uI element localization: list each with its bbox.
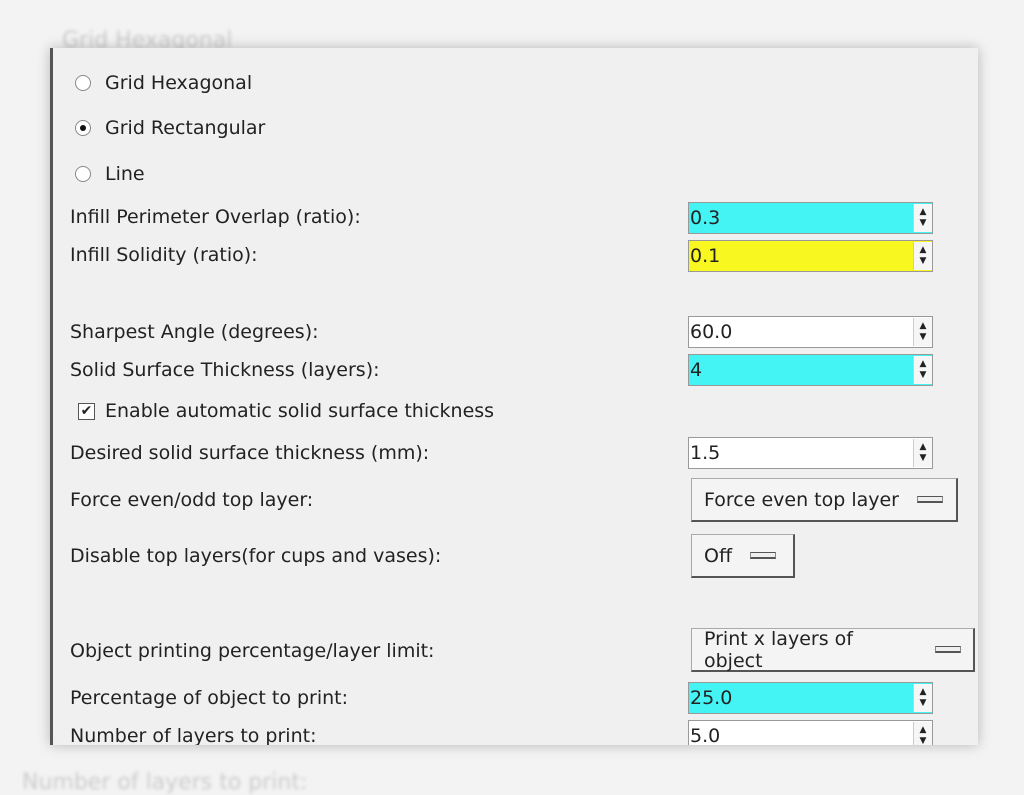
object-limit-menu[interactable]: Print x layers of object bbox=[691, 628, 975, 672]
radio-line[interactable]: Line bbox=[75, 163, 145, 185]
value: 0.1 bbox=[690, 245, 721, 267]
value: 5.0 bbox=[690, 725, 721, 745]
option-menu-icon bbox=[917, 496, 943, 503]
spin-arrows-icon[interactable]: ▲ ▼ bbox=[913, 318, 932, 346]
force-even-odd-menu[interactable]: Force even top layer bbox=[691, 478, 958, 522]
spin-arrows-icon[interactable]: ▲ ▼ bbox=[913, 684, 932, 712]
menu-value: Print x layers of object bbox=[704, 627, 853, 672]
infill-overlap-label: Infill Perimeter Overlap (ratio): bbox=[70, 206, 361, 228]
option-menu-icon bbox=[935, 646, 961, 653]
solid-thickness-label: Solid Surface Thickness (layers): bbox=[70, 359, 380, 381]
radio-grid-hexagonal[interactable]: Grid Hexagonal bbox=[75, 72, 252, 94]
radio-grid-rectangular[interactable]: Grid Rectangular bbox=[75, 117, 265, 139]
radio-icon bbox=[75, 75, 91, 91]
settings-dialog: Grid Hexagonal Grid Rectangular Line Inf… bbox=[50, 48, 978, 745]
num-layers-spinner[interactable]: 5.0 ▲ ▼ bbox=[688, 720, 933, 745]
infill-solidity-label: Infill Solidity (ratio): bbox=[70, 244, 258, 266]
disable-top-label: Disable top layers(for cups and vases): bbox=[70, 545, 442, 567]
percentage-label: Percentage of object to print: bbox=[70, 687, 349, 709]
spin-arrows-icon[interactable]: ▲ ▼ bbox=[913, 439, 932, 467]
auto-solid-checkbox[interactable]: ✔ Enable automatic solid surface thicknes… bbox=[78, 400, 494, 422]
sharpest-angle-spinner[interactable]: 60.0 ▲ ▼ bbox=[688, 316, 933, 348]
desired-thickness-label: Desired solid surface thickness (mm): bbox=[70, 442, 430, 464]
sharpest-angle-label: Sharpest Angle (degrees): bbox=[70, 321, 319, 343]
num-layers-label: Number of layers to print: bbox=[70, 725, 317, 745]
background-label: Number of layers to print: bbox=[22, 770, 308, 795]
infill-overlap-spinner[interactable]: 0.3 ▲ ▼ bbox=[688, 202, 933, 234]
force-even-odd-label: Force even/odd top layer: bbox=[70, 489, 314, 511]
object-limit-label: Object printing percentage/layer limit: bbox=[70, 640, 435, 662]
menu-value: Off bbox=[704, 544, 733, 567]
percentage-spinner[interactable]: 25.0 ▲ ▼ bbox=[688, 682, 933, 714]
spin-arrows-icon[interactable]: ▲ ▼ bbox=[913, 722, 932, 745]
option-menu-icon bbox=[750, 552, 777, 559]
desired-thickness-spinner[interactable]: 1.5 ▲ ▼ bbox=[688, 437, 933, 469]
value: 60.0 bbox=[690, 321, 733, 343]
value: 4 bbox=[690, 359, 703, 381]
value: 25.0 bbox=[690, 687, 733, 709]
solid-thickness-spinner[interactable]: 4 ▲ ▼ bbox=[688, 354, 933, 386]
spin-arrows-icon[interactable]: ▲ ▼ bbox=[913, 204, 932, 232]
spin-arrows-icon[interactable]: ▲ ▼ bbox=[913, 356, 932, 384]
radio-icon bbox=[75, 120, 91, 136]
radio-label: Grid Hexagonal bbox=[105, 72, 253, 94]
radio-label: Line bbox=[105, 163, 145, 185]
radio-label: Grid Rectangular bbox=[105, 117, 266, 139]
value: 1.5 bbox=[690, 442, 721, 464]
checkbox-label: Enable automatic solid surface thickness bbox=[105, 400, 495, 422]
disable-top-menu[interactable]: Off bbox=[691, 534, 795, 578]
infill-solidity-spinner[interactable]: 0.1 ▲ ▼ bbox=[688, 240, 933, 272]
menu-value: Force even top layer bbox=[704, 488, 899, 511]
radio-icon bbox=[75, 166, 91, 182]
spin-arrows-icon[interactable]: ▲ ▼ bbox=[913, 242, 932, 270]
value: 0.3 bbox=[690, 207, 721, 229]
checkmark-icon: ✔ bbox=[78, 402, 95, 420]
